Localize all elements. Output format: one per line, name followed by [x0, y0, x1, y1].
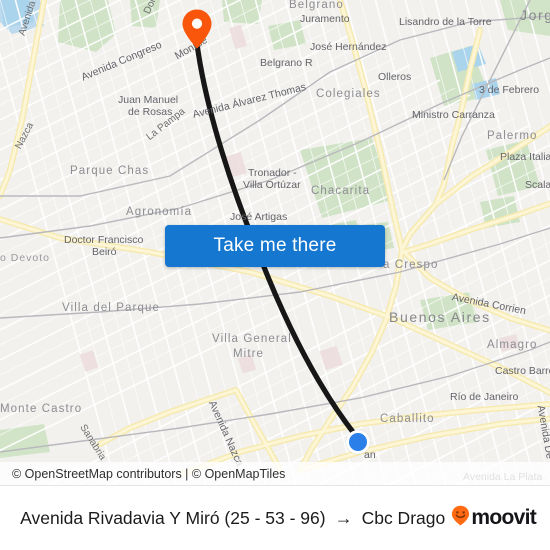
moovit-trip-map-screen: Avenida Avenida Congreso Nazca Juan Manuel d…	[0, 0, 550, 550]
location-dot-icon[interactable]	[346, 430, 370, 454]
map-pin-icon[interactable]	[181, 8, 213, 50]
moovit-wordmark: moovit	[471, 506, 536, 529]
trip-destination: Cbc Drago	[361, 507, 446, 528]
trip-footer: Avenida Rivadavia Y Miró (25 - 53 - 96) …	[0, 485, 550, 550]
arrow-right-icon: →	[334, 508, 353, 528]
trip-summary: Avenida Rivadavia Y Miró (25 - 53 - 96) …	[0, 508, 451, 529]
map-attribution: © OpenStreetMap contributors | © OpenMap…	[0, 462, 550, 485]
moovit-pin-icon	[451, 505, 470, 531]
take-me-there-button[interactable]: Take me there	[165, 225, 385, 267]
take-me-there-label: Take me there	[213, 235, 337, 256]
moovit-logo[interactable]: moovit	[451, 505, 550, 531]
attribution-text: © OpenStreetMap contributors | © OpenMap…	[12, 466, 286, 481]
map-canvas[interactable]: Avenida Avenida Congreso Nazca Juan Manuel d…	[0, 0, 550, 485]
trip-origin: Avenida Rivadavia Y Miró (25 - 53 - 96)	[20, 507, 326, 528]
